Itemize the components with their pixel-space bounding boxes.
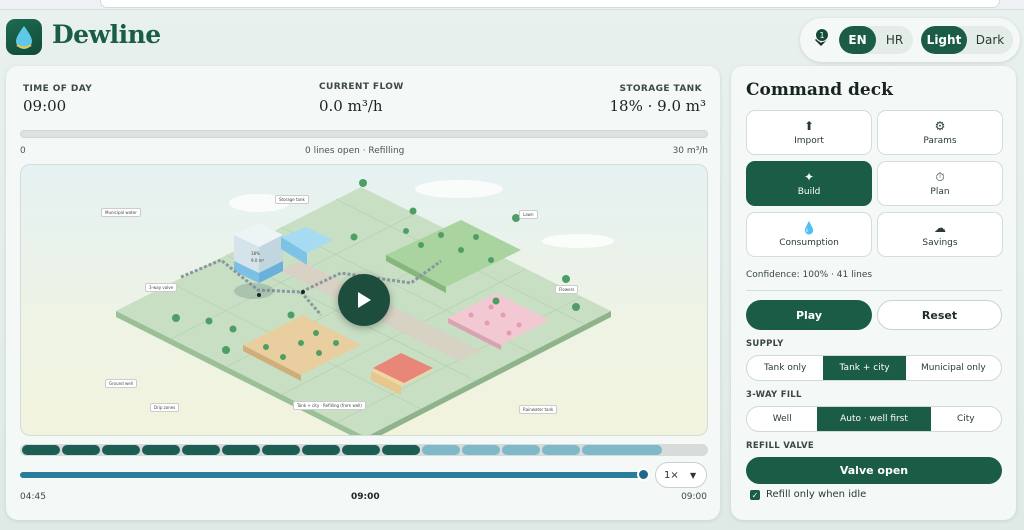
flowers-tag: Flowers bbox=[555, 285, 579, 294]
confidence-text: Confidence: 100% · 41 lines bbox=[746, 270, 873, 280]
ground-well-tag: Ground well bbox=[105, 379, 137, 388]
three-way-fill-label: 3-WAY FILL bbox=[746, 390, 802, 400]
flow-meter-bar bbox=[20, 130, 708, 138]
schedule-segment[interactable] bbox=[62, 445, 100, 455]
scene-status-tag: Tank + city · Refilling (from well) bbox=[293, 401, 366, 410]
schedule-segment[interactable] bbox=[102, 445, 140, 455]
schedule-segment[interactable] bbox=[462, 445, 500, 455]
supply-municipal-only[interactable]: Municipal only bbox=[906, 356, 1001, 380]
schedule-segments bbox=[20, 444, 708, 456]
valve-open-button[interactable]: Valve open bbox=[746, 457, 1002, 484]
build-label: Build bbox=[797, 186, 821, 197]
fill-well[interactable]: Well bbox=[747, 407, 817, 431]
speed-value: 1× bbox=[664, 469, 679, 481]
theme-toggle: Light Dark bbox=[921, 26, 1013, 54]
import-label: Import bbox=[794, 135, 824, 146]
refill-idle-checkbox[interactable]: ✓ bbox=[750, 490, 760, 500]
theme-light-button[interactable]: Light bbox=[921, 26, 967, 54]
fill-selector: Well Auto · well first City bbox=[746, 406, 1002, 432]
timeline-end: 09:00 bbox=[681, 492, 707, 502]
tank-percent-tag: 18% bbox=[251, 251, 260, 256]
lawn-tag: Lawn bbox=[519, 210, 538, 219]
schedule-segment[interactable] bbox=[262, 445, 300, 455]
lang-hr-button[interactable]: HR bbox=[876, 26, 913, 54]
schedule-segment[interactable] bbox=[142, 445, 180, 455]
current-flow-label: CURRENT FLOW bbox=[319, 82, 404, 92]
notification-badge: 1 bbox=[815, 28, 829, 42]
schedule-segment[interactable] bbox=[422, 445, 460, 455]
upload-icon: ⬆ bbox=[803, 118, 815, 133]
municipal-water-tag: Municipal water bbox=[101, 208, 141, 217]
schedule-segment[interactable] bbox=[302, 445, 340, 455]
command-deck-title: Command deck bbox=[746, 80, 893, 100]
scene-play-button[interactable] bbox=[338, 274, 390, 326]
timeline-current: 09:00 bbox=[351, 492, 380, 502]
stopwatch-icon: ⏱ bbox=[935, 169, 945, 184]
plan-tile[interactable]: ⏱ Plan bbox=[877, 161, 1003, 206]
schedule-segment[interactable] bbox=[342, 445, 380, 455]
fill-city[interactable]: City bbox=[931, 407, 1001, 431]
gear-icon: ⚙ bbox=[934, 118, 946, 133]
schedule-segment[interactable] bbox=[502, 445, 540, 455]
tank-volume-tag: 9.0 m³ bbox=[251, 258, 265, 263]
flow-scale-min: 0 bbox=[20, 146, 26, 156]
refill-valve-label: REFILL VALVE bbox=[746, 441, 814, 451]
storage-tank-tag: Storage tank bbox=[275, 195, 309, 204]
supply-selector: Tank only Tank + city Municipal only bbox=[746, 355, 1002, 381]
storage-tank-label: STORAGE TANK bbox=[619, 84, 702, 94]
rainwater-tank-tag: Rainwater tank bbox=[519, 405, 558, 414]
supply-label: SUPPLY bbox=[746, 339, 784, 349]
time-of-day-label: TIME OF DAY bbox=[23, 84, 93, 94]
schedule-segment[interactable] bbox=[182, 445, 220, 455]
params-label: Params bbox=[923, 135, 957, 146]
consumption-tile[interactable]: 💧 Consumption bbox=[746, 212, 872, 257]
fill-auto-well-first[interactable]: Auto · well first bbox=[817, 407, 931, 431]
language-toggle: EN HR bbox=[839, 26, 913, 54]
supply-tank-city[interactable]: Tank + city bbox=[823, 356, 906, 380]
app-title: Dewline bbox=[52, 20, 161, 49]
schedule-segment[interactable] bbox=[382, 445, 420, 455]
check-icon: ✓ bbox=[751, 490, 759, 500]
import-tile[interactable]: ⬆ Import bbox=[746, 110, 872, 155]
supply-tank-only[interactable]: Tank only bbox=[747, 356, 823, 380]
current-flow-value: 0.0 m³/h bbox=[319, 97, 383, 115]
savings-label: Savings bbox=[922, 237, 958, 248]
timeline-start: 04:45 bbox=[20, 492, 46, 502]
schedule-segment[interactable] bbox=[22, 445, 60, 455]
chevron-down-icon: ▼ bbox=[690, 471, 697, 480]
flow-scale-max: 30 m³/h bbox=[672, 146, 708, 156]
lang-en-button[interactable]: EN bbox=[839, 26, 876, 54]
timeline-track[interactable] bbox=[20, 472, 644, 478]
browser-toolbar bbox=[0, 0, 1024, 10]
sparkle-icon: ✦ bbox=[803, 169, 815, 184]
storage-tank-value: 18% · 9.0 m³ bbox=[609, 97, 706, 115]
drip-zones-tag: Drip zones bbox=[150, 403, 180, 412]
build-tile[interactable]: ✦ Build bbox=[746, 161, 872, 206]
dewline-logo bbox=[6, 19, 42, 55]
consumption-label: Consumption bbox=[779, 237, 839, 248]
play-button[interactable]: Play bbox=[746, 300, 872, 330]
params-tile[interactable]: ⚙ Params bbox=[877, 110, 1003, 155]
savings-tile[interactable]: ☁ Savings bbox=[877, 212, 1003, 257]
droplet-icon: 💧 bbox=[801, 220, 817, 235]
refill-idle-label: Refill only when idle bbox=[766, 489, 867, 500]
schedule-segment[interactable] bbox=[582, 445, 662, 455]
three-way-valve-tag: 3-way valve bbox=[145, 283, 178, 292]
schedule-segment[interactable] bbox=[222, 445, 260, 455]
plan-label: Plan bbox=[930, 186, 950, 197]
cloud-icon: ☁ bbox=[934, 220, 946, 235]
theme-dark-button[interactable]: Dark bbox=[967, 26, 1013, 54]
reset-button[interactable]: Reset bbox=[877, 300, 1002, 330]
speed-select[interactable]: 1× bbox=[655, 462, 707, 488]
timeline-scrubber[interactable] bbox=[637, 468, 650, 481]
schedule-segment[interactable] bbox=[542, 445, 580, 455]
time-of-day-value: 09:00 bbox=[23, 97, 67, 115]
flow-status-text: 0 lines open · Refilling bbox=[305, 146, 405, 156]
deck-divider bbox=[746, 290, 1002, 291]
address-bar[interactable] bbox=[100, 0, 1000, 8]
play-icon bbox=[358, 292, 371, 308]
